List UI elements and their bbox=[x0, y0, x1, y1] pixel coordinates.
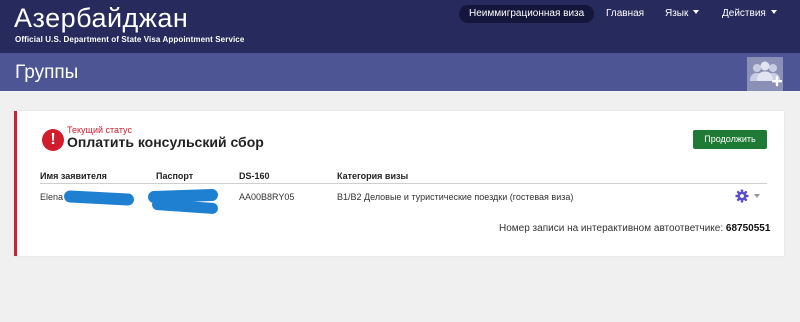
application-card: ! Текущий статус Оплатить консульский сб… bbox=[14, 111, 784, 256]
status-value: Оплатить консульский сбор bbox=[67, 134, 264, 150]
add-group-icon bbox=[750, 61, 782, 87]
nav-home-link[interactable]: Главная bbox=[606, 8, 644, 20]
redacted-surname bbox=[63, 190, 135, 206]
site-title: Азербайджан bbox=[14, 3, 189, 33]
column-header-ds160: DS-160 bbox=[239, 171, 270, 181]
exclamation-icon: ! bbox=[42, 129, 64, 151]
nav-language-menu[interactable]: Язык bbox=[665, 8, 700, 20]
ivr-value: 68750551 bbox=[725, 223, 771, 234]
nav-actions-menu[interactable]: Действия bbox=[722, 8, 777, 20]
chevron-down-icon bbox=[693, 10, 700, 14]
table-header-divider bbox=[40, 183, 767, 184]
nav-language-label: Язык bbox=[665, 8, 689, 19]
applicant-name: Elena bbox=[40, 192, 64, 202]
ivr-label: Номер записи на интерактивном автоответч… bbox=[499, 223, 724, 234]
page-title: Группы bbox=[15, 62, 79, 83]
nav-actions-label: Действия bbox=[722, 8, 766, 19]
ds160-number: AA00B8RY05 bbox=[239, 192, 295, 202]
column-header-passport: Паспорт bbox=[156, 171, 194, 181]
nav-visa-type[interactable]: Неиммиграционная виза bbox=[459, 5, 595, 23]
add-group-button[interactable] bbox=[747, 57, 783, 91]
chevron-down-icon[interactable] bbox=[754, 194, 760, 198]
page-title-bar: Группы bbox=[0, 53, 800, 91]
gear-icon[interactable] bbox=[735, 189, 749, 203]
site-subtitle: Official U.S. Department of State Visa A… bbox=[15, 35, 245, 44]
column-header-applicant-name: Имя заявителя bbox=[40, 171, 107, 181]
top-header: Азербайджан Official U.S. Department of … bbox=[0, 0, 800, 53]
column-header-visa-category: Категория визы bbox=[337, 171, 409, 181]
continue-button[interactable]: Продолжить bbox=[693, 130, 767, 149]
ivr-record: Номер записи на интерактивном автоответч… bbox=[499, 223, 770, 234]
chevron-down-icon bbox=[770, 10, 777, 14]
visa-category: B1/B2 Деловые и туристические поездки (г… bbox=[337, 192, 574, 202]
